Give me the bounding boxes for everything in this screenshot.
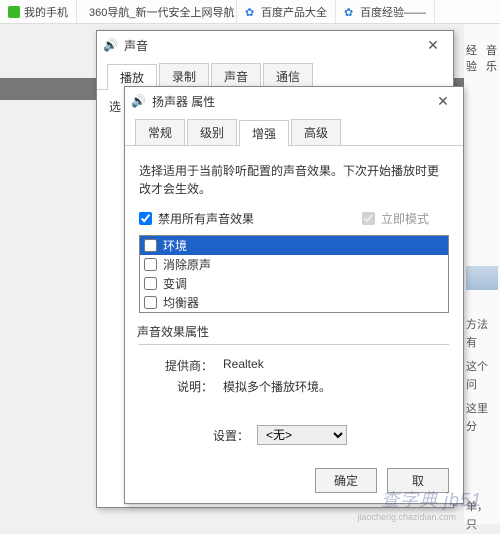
baidu-icon: ✿ — [245, 6, 257, 18]
list-item-label: 消除原声 — [163, 256, 211, 273]
titlebar[interactable]: 🔊 扬声器 属性 ✕ — [125, 87, 463, 115]
speaker-tabs: 常规 级别 增强 高级 — [125, 115, 463, 146]
text-snippet: 方法有 — [466, 316, 498, 352]
dialog-buttons: 确定 取 — [315, 468, 449, 493]
settings-select[interactable]: <无> — [257, 425, 347, 445]
link-music[interactable]: 音乐 — [486, 42, 498, 74]
close-button[interactable]: ✕ — [429, 93, 457, 110]
settings-label: 设置： — [213, 427, 249, 444]
tab-label: 360导航_新一代安全上网导航 — [89, 4, 234, 20]
window-title: 声音 — [124, 37, 148, 54]
watermark-sub: jiaocheng.chazidian.com — [357, 512, 456, 522]
speaker-properties-dialog: 🔊 扬声器 属性 ✕ 常规 级别 增强 高级 选择适用于当前聆听配置的声音效果。… — [124, 86, 464, 504]
tab-general[interactable]: 常规 — [135, 119, 185, 145]
enhancements-panel: 选择适用于当前聆听配置的声音效果。下次开始播放时更改才会生效。 禁用所有声音效果… — [125, 146, 463, 445]
tab-advanced[interactable]: 高级 — [291, 119, 341, 145]
checkbox-input[interactable] — [144, 258, 157, 271]
titlebar[interactable]: 🔊 声音 ✕ — [97, 31, 453, 59]
group-title: 声音效果属性 — [137, 323, 449, 340]
description-text: 选择适用于当前聆听配置的声音效果。下次开始播放时更改才会生效。 — [139, 162, 449, 198]
list-item[interactable]: 环境 — [140, 236, 448, 255]
provider-label: 提供商： — [153, 357, 213, 374]
checkbox-input[interactable] — [144, 296, 157, 309]
tab-label: 百度经验—— — [360, 4, 426, 20]
checkbox-label: 立即模式 — [381, 210, 429, 227]
immediate-mode-checkbox[interactable]: 立即模式 — [362, 210, 429, 227]
list-item-label: 变调 — [163, 275, 187, 292]
page-right-column: 经验 音乐 方法有 这个问 这里分 单，只 — [464, 24, 500, 524]
checkbox-input[interactable] — [144, 239, 157, 252]
tab-360nav[interactable]: 360导航_新一代安全上网导航 — [77, 0, 237, 23]
tab-label: 我的手机 — [24, 4, 68, 20]
tab-levels[interactable]: 级别 — [187, 119, 237, 145]
list-item[interactable]: 变调 — [140, 274, 448, 293]
text-snippet: 这里分 — [466, 400, 498, 436]
tab-baidu-products[interactable]: ✿ 百度产品大全 — [237, 0, 336, 23]
list-item[interactable]: 均衡器 — [140, 293, 448, 312]
window-title: 扬声器 属性 — [152, 93, 215, 110]
phone-icon — [8, 6, 20, 18]
speaker-icon: 🔊 — [103, 38, 118, 52]
speaker-icon: 🔊 — [131, 94, 146, 108]
disable-all-effects-checkbox[interactable]: 禁用所有声音效果 — [139, 210, 254, 227]
tab-myphone[interactable]: 我的手机 — [0, 0, 77, 23]
hint-text: 选 — [109, 100, 121, 114]
text-snippet: 单，只 — [466, 498, 498, 534]
cancel-button[interactable]: 取 — [387, 468, 449, 493]
text-snippet: 这个问 — [466, 358, 498, 394]
list-item-label: 均衡器 — [163, 294, 199, 311]
checkbox-input[interactable] — [144, 277, 157, 290]
checkbox-label: 禁用所有声音效果 — [158, 210, 254, 227]
enhancements-listbox[interactable]: 环境 消除原声 变调 均衡器 — [139, 235, 449, 313]
browser-tabs: 我的手机 360导航_新一代安全上网导航 ✿ 百度产品大全 ✿ 百度经验—— — [0, 0, 500, 24]
ok-button[interactable]: 确定 — [315, 468, 377, 493]
desc-label: 说明： — [153, 378, 213, 395]
checkbox-input[interactable] — [362, 212, 375, 225]
list-item[interactable]: 消除原声 — [140, 255, 448, 274]
tab-baidu-jingyan[interactable]: ✿ 百度经验—— — [336, 0, 435, 23]
checkbox-input[interactable] — [139, 212, 152, 225]
close-button[interactable]: ✕ — [419, 37, 447, 54]
list-item-label: 环境 — [163, 237, 187, 254]
effect-properties-group: 提供商： Realtek 说明： 模拟多个播放环境。 设置： <无> — [139, 344, 449, 445]
tab-enhancements[interactable]: 增强 — [239, 120, 289, 146]
thumbnail-image[interactable] — [466, 266, 498, 290]
baidu-icon: ✿ — [344, 6, 356, 18]
tab-label: 百度产品大全 — [261, 4, 327, 20]
provider-value: Realtek — [223, 357, 264, 374]
desc-value: 模拟多个播放环境。 — [223, 378, 331, 395]
link-jingyan[interactable]: 经验 — [466, 42, 478, 74]
